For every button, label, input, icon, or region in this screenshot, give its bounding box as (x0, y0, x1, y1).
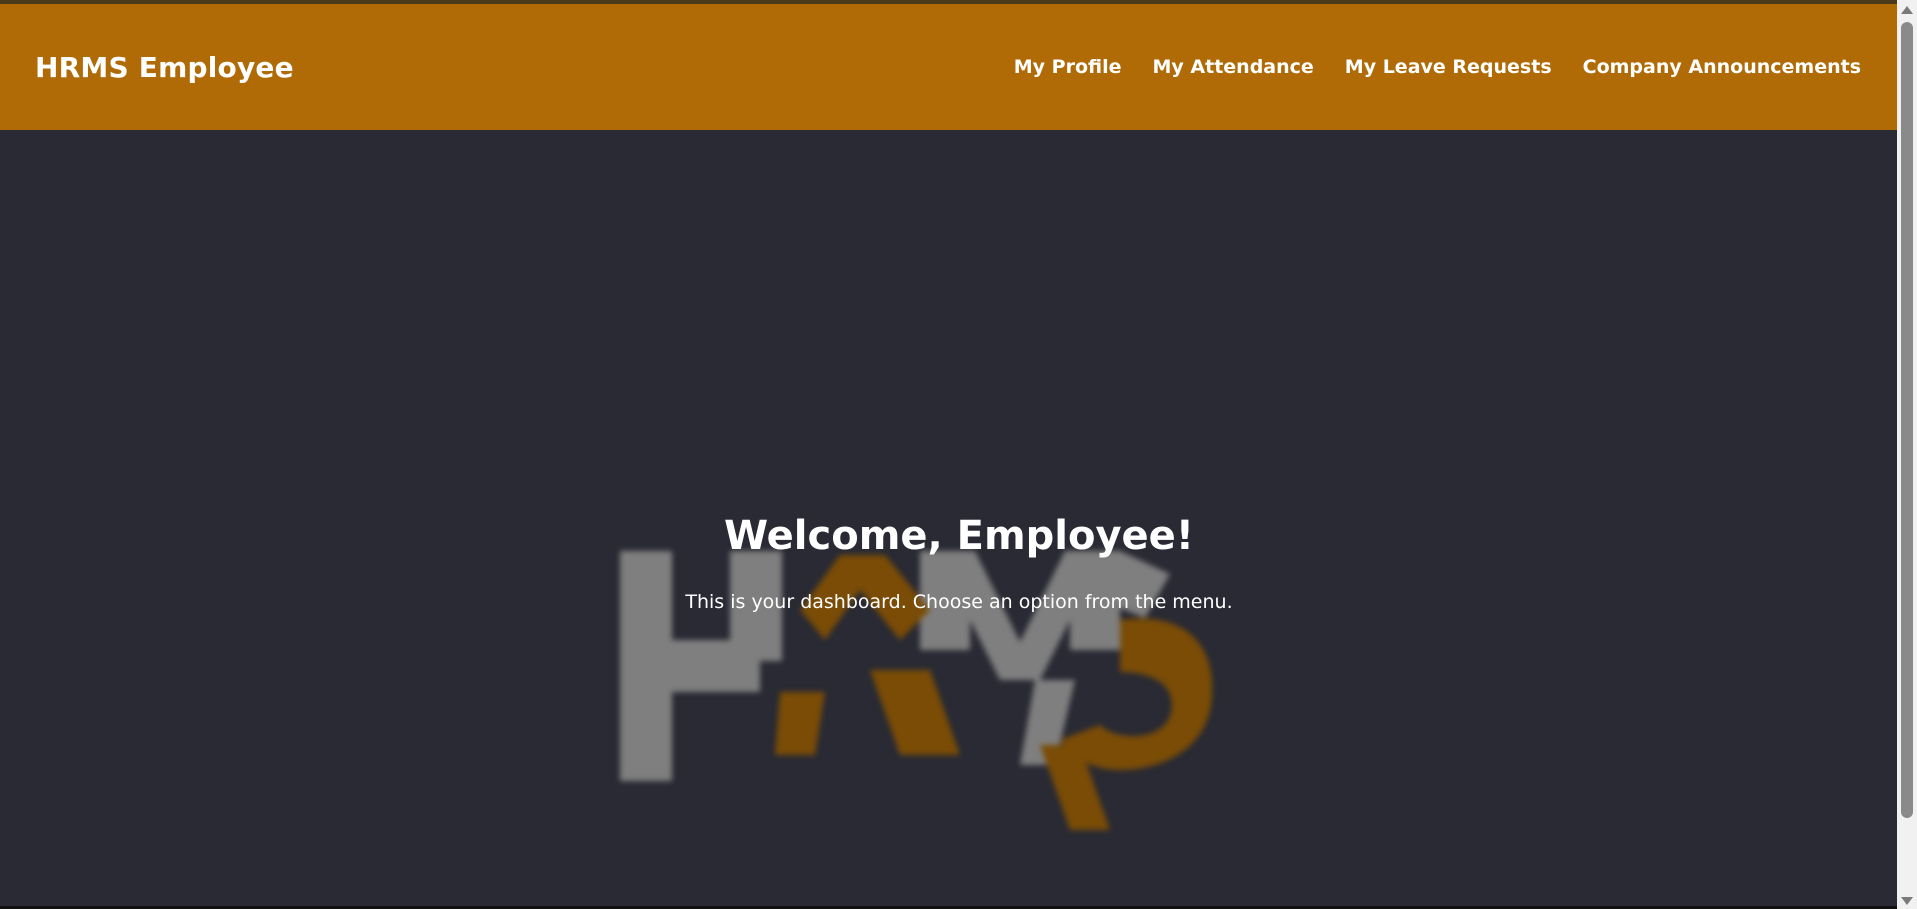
nav-link-company-announcements[interactable]: Company Announcements (1583, 56, 1861, 78)
welcome-subtitle: This is your dashboard. Choose an option… (685, 591, 1233, 613)
nav-link-my-attendance[interactable]: My Attendance (1153, 56, 1314, 78)
brand-title[interactable]: HRMS Employee (35, 51, 294, 84)
app-viewport: HRMS Employee My Profile My Attendance M… (0, 0, 1897, 906)
hrms-logo-watermark (620, 551, 1213, 830)
nav-link-my-profile[interactable]: My Profile (1014, 56, 1122, 78)
scrollbar-thumb[interactable] (1901, 22, 1913, 818)
nav-menu: My Profile My Attendance My Leave Reques… (1014, 56, 1861, 78)
welcome-heading: Welcome, Employee! (723, 513, 1195, 559)
nav-link-my-leave-requests[interactable]: My Leave Requests (1345, 56, 1552, 78)
vertical-scrollbar[interactable] (1897, 0, 1917, 909)
scroll-up-arrow-icon[interactable] (1901, 6, 1913, 14)
navbar: HRMS Employee My Profile My Attendance M… (0, 4, 1897, 130)
scroll-down-arrow-icon[interactable] (1901, 897, 1913, 905)
dashboard-hero: Welcome, Employee! This is your dashboar… (0, 130, 1897, 906)
